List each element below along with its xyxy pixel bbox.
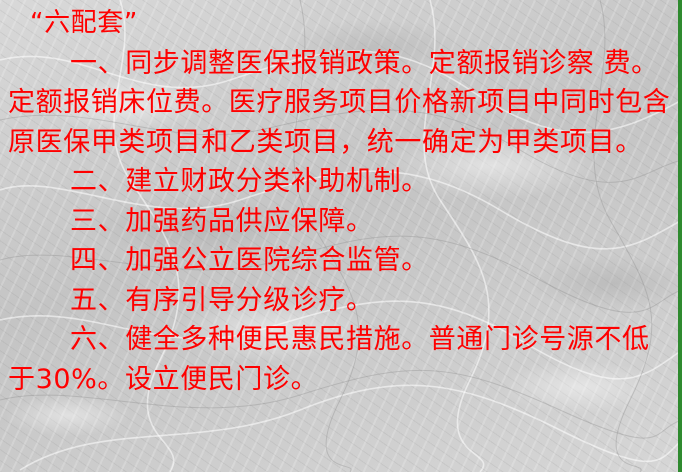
policy-item-4: 四、加强公立医院综合监管。 [70,245,429,276]
policy-item-5: 五、有序引导分级诊疗。 [70,284,374,316]
slide: “六配套” 一、同步调整医保报销政策。定额报销诊察 费。定额报销床位费。医疗服务… [0,0,682,472]
policy-item-6: 六、健全多种便民惠民措施。普通门诊号源不低于30%。设立便民门诊。 [8,324,650,395]
policy-item-2: 二、建立财政分类补助机制。 [70,166,429,197]
policy-item-3: 三、加强药品供应保障。 [70,205,374,237]
slide-content: “六配套” 一、同步调整医保报销政策。定额报销诊察 费。定额报销床位费。医疗服务… [8,4,674,399]
edge-strip [678,0,682,472]
slide-title: “六配套” [30,8,138,38]
policy-item-1: 一、同步调整医保报销政策。定额报销诊察 费。定额报销床位费。医疗服务项目价格新项… [8,47,671,158]
